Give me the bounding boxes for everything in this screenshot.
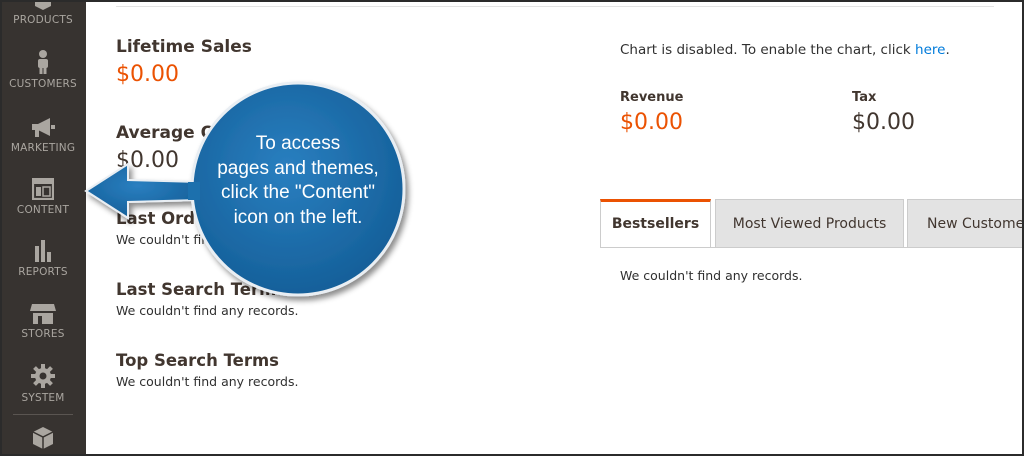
callout-bubble xyxy=(84,81,406,297)
callout-line: To access xyxy=(255,133,341,154)
instruction-callout: To access pages and themes, click the "C… xyxy=(0,0,1024,456)
callout-line: pages and themes, xyxy=(217,157,379,179)
callout-line: icon on the left. xyxy=(233,206,363,228)
callout-text: To access pages and themes, click the "C… xyxy=(200,132,396,230)
callout-line: click the "Content" xyxy=(221,182,375,203)
